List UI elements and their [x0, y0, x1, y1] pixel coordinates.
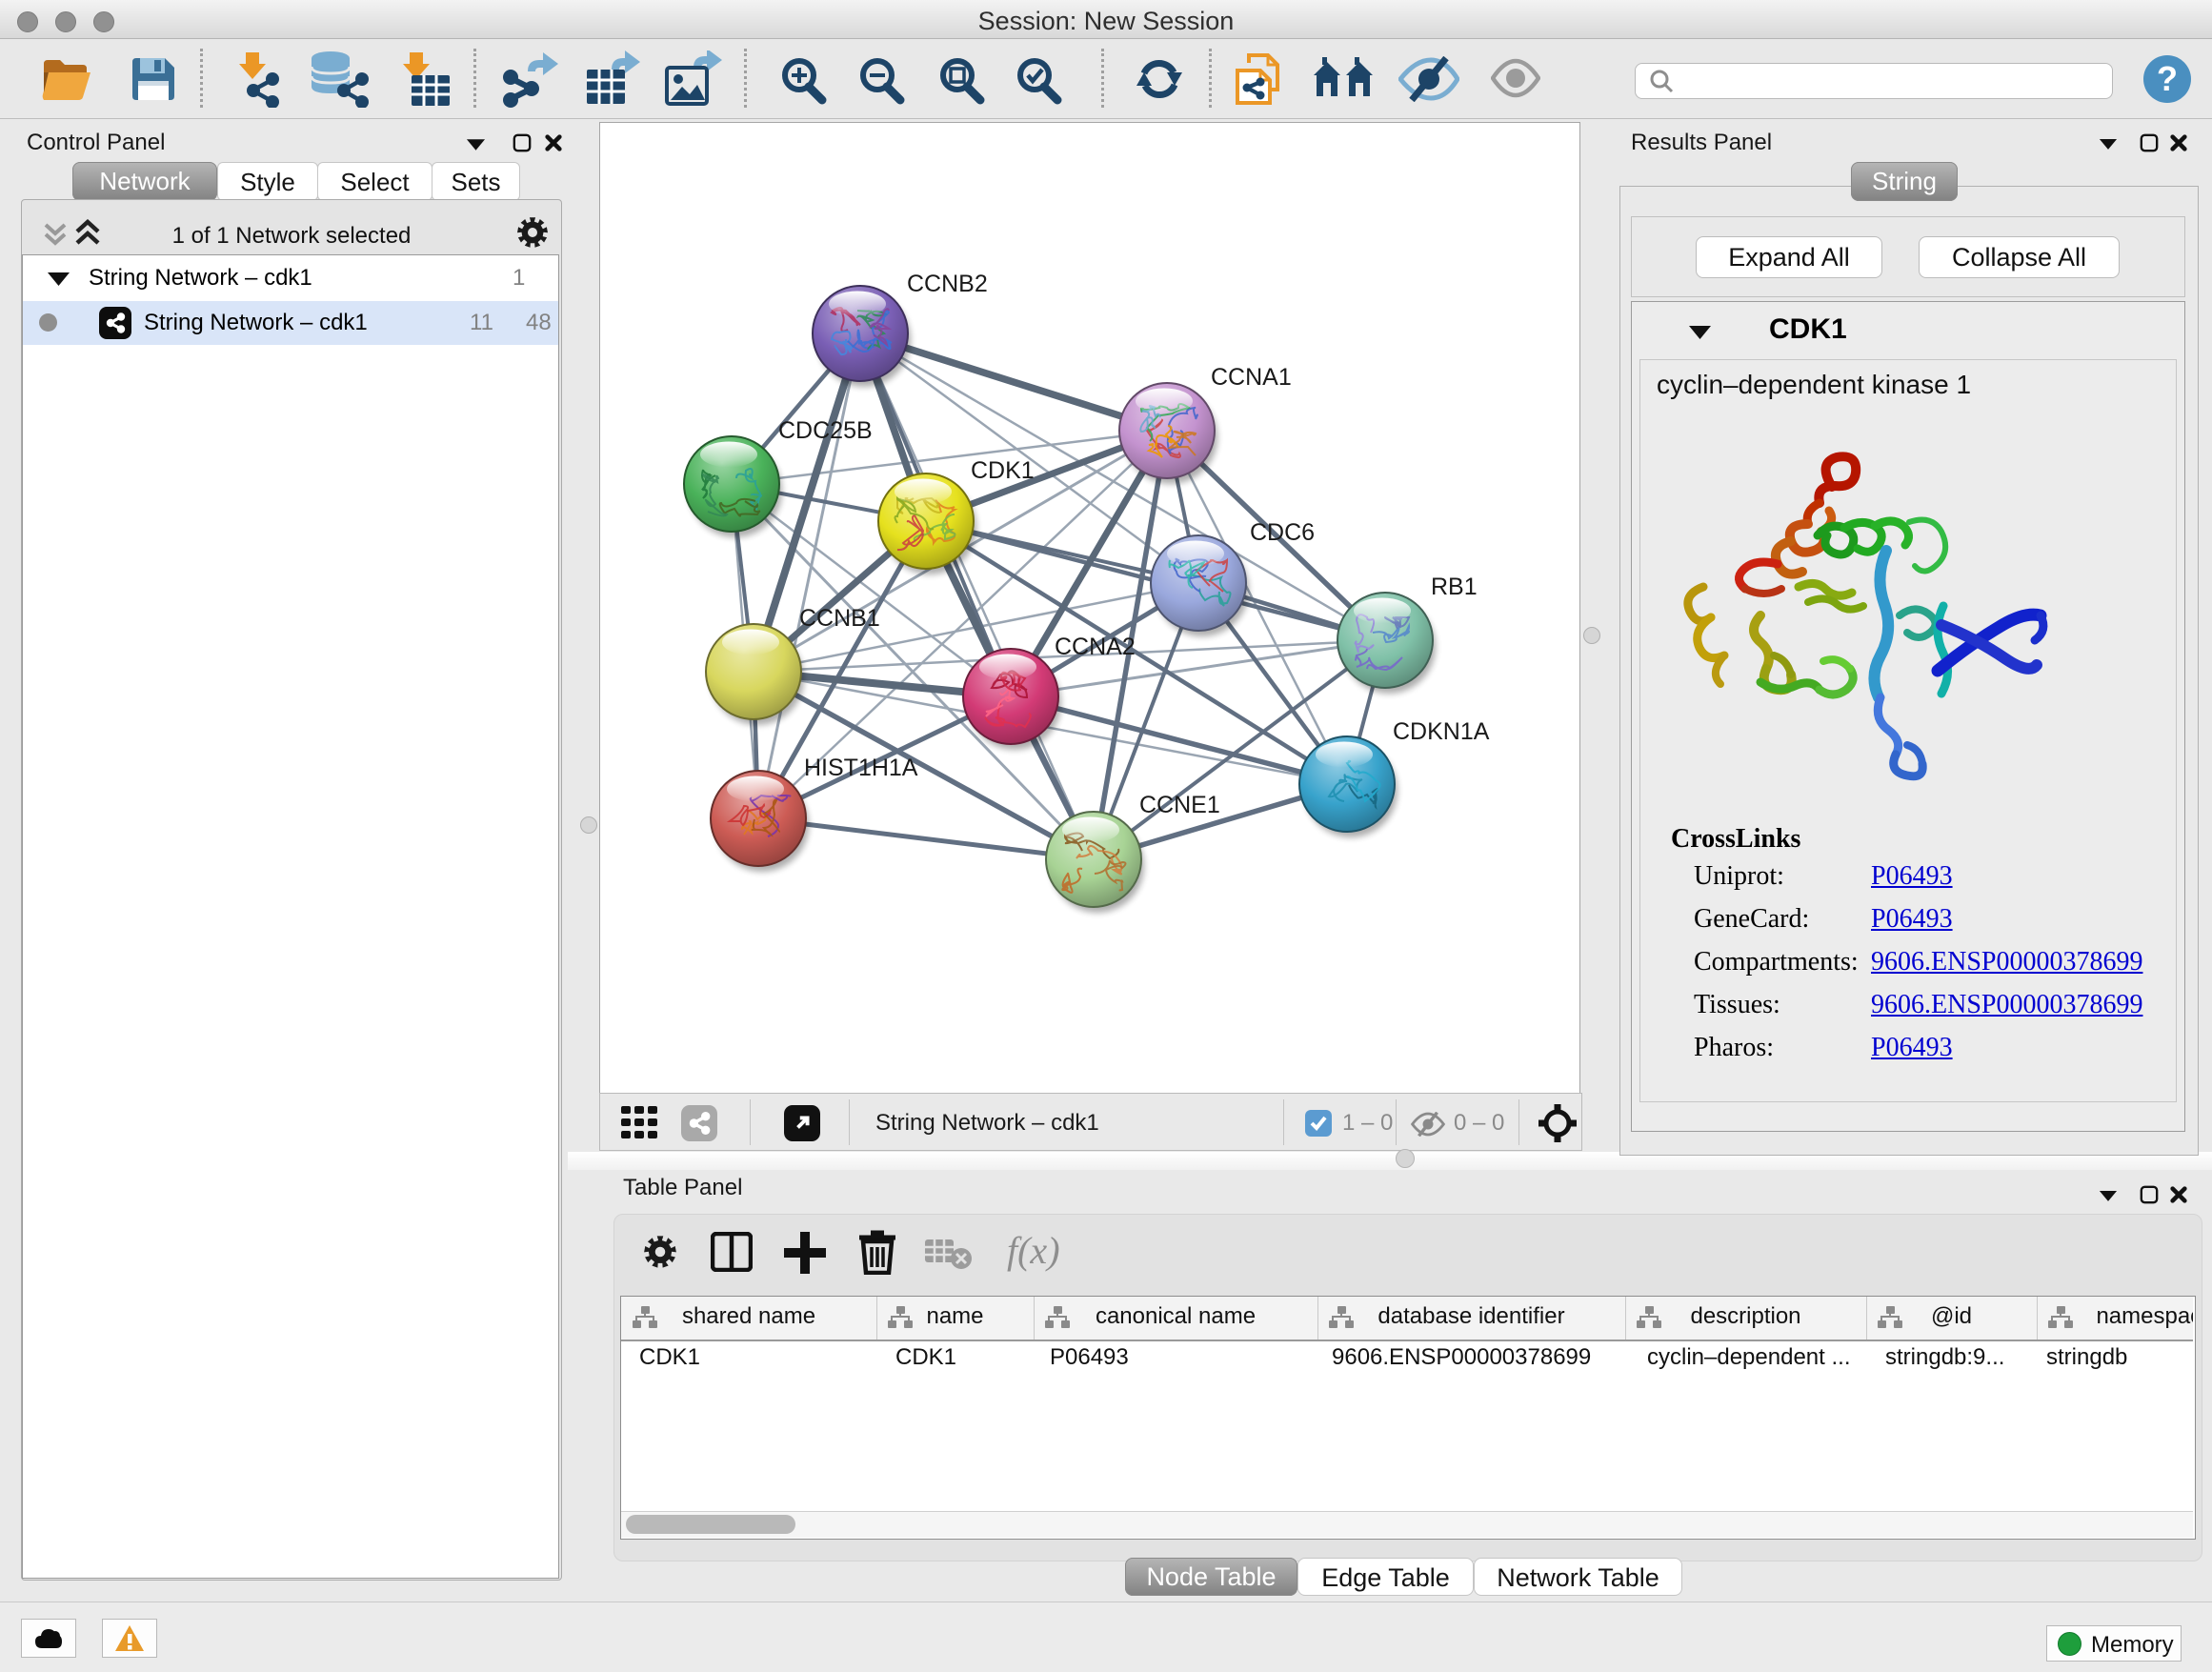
svg-text:CCNB1: CCNB1 [799, 605, 880, 632]
svg-text:CCNA1: CCNA1 [1211, 364, 1292, 391]
svg-text:CCNA2: CCNA2 [1055, 634, 1136, 660]
svg-text:HIST1H1A: HIST1H1A [804, 755, 918, 781]
svg-text:CDKN1A: CDKN1A [1393, 718, 1490, 745]
svg-text:CCNE1: CCNE1 [1139, 792, 1220, 818]
svg-text:?: ? [2157, 59, 2178, 98]
svg-text:CDC25B: CDC25B [778, 417, 873, 444]
svg-text:CDK1: CDK1 [971, 457, 1035, 484]
svg-text:RB1: RB1 [1431, 574, 1478, 600]
svg-text:CDC6: CDC6 [1250, 519, 1315, 546]
svg-text:CCNB2: CCNB2 [907, 271, 988, 297]
